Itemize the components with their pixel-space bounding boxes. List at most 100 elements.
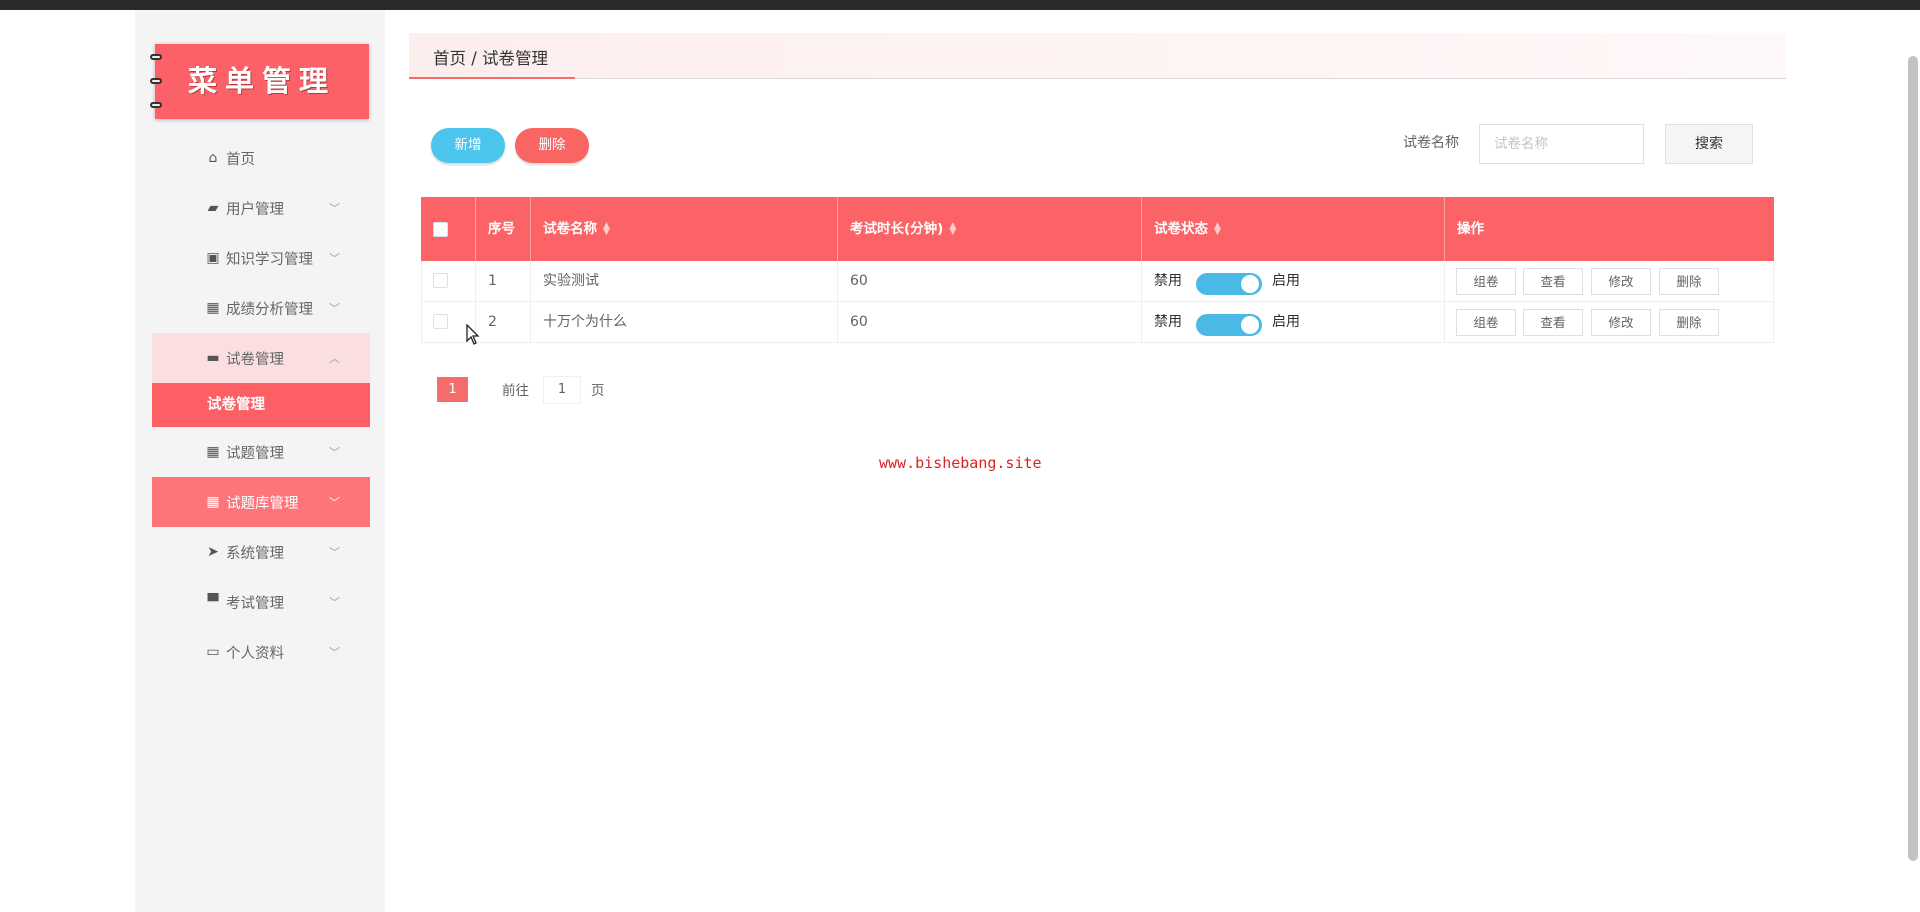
assemble-button[interactable]: 组卷 [1456, 309, 1516, 336]
row-ops-cell: 组卷 查看 修改 删除 [1445, 261, 1773, 301]
pagination-goto-input[interactable]: 1 [543, 376, 581, 404]
status-on-label: 启用 [1272, 314, 1300, 330]
add-button[interactable]: 新增 [431, 128, 505, 163]
clipboard-icon: ▣ [206, 250, 220, 266]
pagination-current-page[interactable]: 1 [437, 377, 468, 402]
table-row: 2 十万个为什么 60 禁用 启用 组卷 查看 修改 删除 [421, 302, 1774, 343]
select-all-checkbox[interactable] [433, 222, 448, 237]
sidebar-item-exams[interactable]: ▀ 考试管理 ﹀ [152, 577, 370, 627]
sidebar-item-label: 成绩分析管理 [226, 301, 313, 318]
sidebar-item-label: 知识学习管理 [226, 251, 313, 268]
sidebar-item-users[interactable]: ▰ 用户管理 ﹀ [152, 183, 370, 233]
row-checkbox[interactable] [433, 273, 448, 288]
grid-icon: ▦ [206, 444, 220, 460]
sidebar-item-papers[interactable]: ▬ 试卷管理 ︿ [152, 333, 370, 383]
table-header: 序号 试卷名称 ▲ ▼ 考试时长(分钟) ▲ ▼ 试卷状态 ▲ ▼ 操作 [421, 197, 1774, 261]
home-icon: ⌂ [208, 150, 218, 166]
select-all-cell [421, 197, 476, 261]
window-top-bar [0, 0, 1920, 10]
header-duration[interactable]: 考试时长(分钟) ▲ ▼ [838, 197, 1142, 261]
status-on-label: 启用 [1272, 273, 1300, 289]
edit-button[interactable]: 修改 [1591, 309, 1651, 336]
row-name: 实验测试 [531, 261, 838, 301]
delete-button[interactable]: 删除 [1659, 309, 1719, 336]
sidebar-item-label: 用户管理 [226, 201, 284, 218]
sort-icon[interactable]: ▲ ▼ [949, 222, 956, 237]
search-button[interactable]: 搜索 [1665, 124, 1753, 164]
sort-icon[interactable]: ▲ ▼ [603, 222, 610, 237]
sidebar-item-profile[interactable]: ▭ 个人资料 ﹀ [152, 627, 370, 677]
header-status[interactable]: 试卷状态 ▲ ▼ [1142, 197, 1445, 261]
delete-button[interactable]: 删除 [1659, 268, 1719, 295]
breadcrumb-underline [409, 77, 575, 79]
chevron-down-icon: ﹀ [329, 252, 340, 265]
header-status-label: 试卷状态 [1154, 221, 1208, 237]
sidebar-item-knowledge[interactable]: ▣ 知识学习管理 ﹀ [152, 233, 370, 283]
status-toggle[interactable] [1196, 314, 1262, 336]
chevron-down-icon: ﹀ [329, 546, 340, 559]
toggle-knob [1241, 316, 1259, 334]
monitor-icon: ▀ [207, 594, 219, 610]
toggle-knob [1241, 275, 1259, 293]
sidebar-item-label: 个人资料 [226, 645, 284, 662]
sidebar-item-scores[interactable]: ▦ 成绩分析管理 ﹀ [152, 283, 370, 333]
chevron-down-icon: ﹀ [329, 446, 340, 459]
page-scrollbar[interactable] [1900, 10, 1920, 912]
status-off-label: 禁用 [1154, 273, 1182, 289]
status-off-label: 禁用 [1154, 314, 1182, 330]
row-ops-cell: 组卷 查看 修改 删除 [1445, 302, 1773, 342]
chevron-down-icon: ﹀ [329, 302, 340, 315]
chevron-down-icon: ﹀ [329, 202, 340, 215]
sidebar-logo: 菜单管理 [150, 44, 369, 119]
header-index: 序号 [476, 197, 531, 261]
breadcrumb: 首页 / 试卷管理 [409, 33, 1786, 79]
chevron-down-icon: ﹀ [329, 646, 340, 659]
search-label: 试卷名称 [1403, 135, 1459, 151]
grid-icon: ▦ [206, 300, 220, 316]
sidebar-item-label: 系统管理 [226, 545, 284, 562]
batch-delete-button[interactable]: 删除 [515, 128, 589, 163]
row-status-cell: 禁用 启用 [1142, 261, 1445, 301]
pagination-goto-label: 前往 [502, 383, 529, 399]
sidebar-subitem-papers[interactable]: 试卷管理 [152, 383, 370, 427]
row-select-cell [422, 261, 476, 301]
row-checkbox[interactable] [433, 314, 448, 329]
sidebar-item-questions[interactable]: ▦ 试题管理 ﹀ [152, 427, 370, 477]
header-ops: 操作 [1457, 221, 1484, 237]
row-status-cell: 禁用 启用 [1142, 302, 1445, 342]
view-button[interactable]: 查看 [1523, 268, 1583, 295]
chevron-down-icon: ﹀ [329, 596, 340, 609]
status-toggle[interactable] [1196, 273, 1262, 295]
row-index: 1 [476, 261, 531, 301]
header-name-label: 试卷名称 [543, 221, 597, 237]
window-icon: ▭ [206, 644, 220, 660]
sort-icon[interactable]: ▲ ▼ [1214, 222, 1221, 237]
row-index: 2 [476, 302, 531, 342]
sidebar: 菜单管理 ⌂ 首页 ▰ 用户管理 ﹀ ▣ 知识学习管理 ﹀ ▦ 成绩分析管理 ﹀… [135, 10, 385, 912]
sidebar-item-label: 首页 [226, 151, 255, 168]
row-duration: 60 [838, 261, 1142, 301]
user-card-icon: ▰ [207, 200, 219, 216]
send-icon: ➤ [207, 544, 219, 560]
sidebar-item-label: 试题管理 [226, 445, 284, 462]
header-name[interactable]: 试卷名称 ▲ ▼ [531, 197, 838, 261]
watermark-text: www.bishebang.site [879, 454, 1042, 472]
table-row: 1 实验测试 60 禁用 启用 组卷 查看 修改 删除 [421, 261, 1774, 302]
sidebar-item-question-bank[interactable]: ▦ 试题库管理 ﹀ [152, 477, 370, 527]
edit-button[interactable]: 修改 [1591, 268, 1651, 295]
breadcrumb-text[interactable]: 首页 / 试卷管理 [433, 45, 548, 69]
search-input[interactable] [1479, 124, 1644, 164]
grid-icon: ▦ [206, 494, 220, 510]
scrollbar-thumb[interactable] [1908, 56, 1918, 861]
inbox-icon: ▬ [206, 350, 220, 366]
chevron-down-icon: ﹀ [329, 496, 340, 509]
assemble-button[interactable]: 组卷 [1456, 268, 1516, 295]
sidebar-item-label: 考试管理 [226, 595, 284, 612]
chevron-up-icon: ︿ [329, 352, 340, 365]
sidebar-item-system[interactable]: ➤ 系统管理 ﹀ [152, 527, 370, 577]
sidebar-item-label: 试卷管理 [226, 351, 284, 368]
view-button[interactable]: 查看 [1523, 309, 1583, 336]
sidebar-item-home[interactable]: ⌂ 首页 [152, 133, 370, 183]
mouse-pointer-icon [466, 324, 480, 345]
logo-title: 菜单管理 [187, 64, 336, 98]
